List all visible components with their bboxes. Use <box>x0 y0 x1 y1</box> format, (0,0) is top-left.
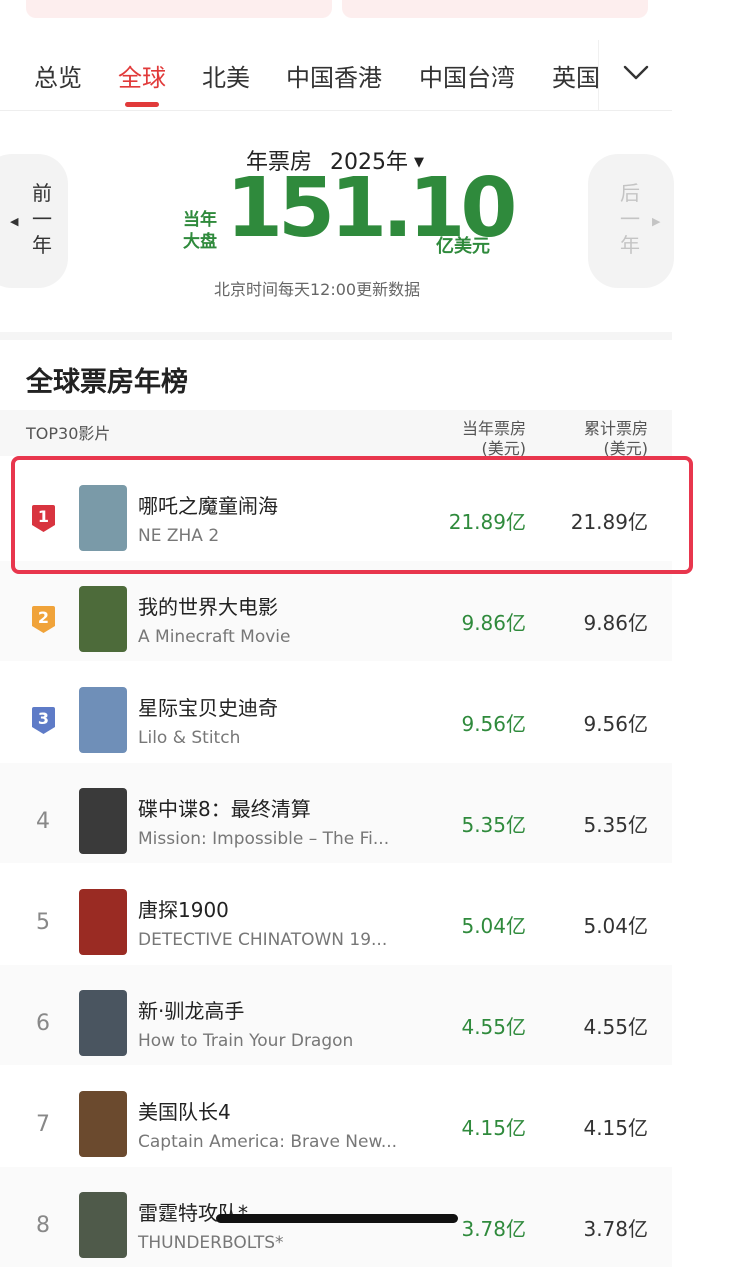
top-cards <box>0 0 736 24</box>
rank-number: 5 <box>36 910 50 935</box>
header-film: TOP30影片 <box>26 424 111 443</box>
prev-year-button[interactable]: ◀ 前一年 <box>0 154 68 288</box>
cumulative-box-office: 21.89亿 <box>570 510 648 534</box>
movie-title-cn[interactable]: 哪吒之魔童闹海 <box>138 490 278 519</box>
tab-global[interactable]: 全球 <box>118 58 166 93</box>
cumulative-box-office: 4.15亿 <box>583 1116 648 1140</box>
movie-title-en[interactable]: How to Train Your Dragon <box>138 1031 353 1051</box>
list-header: TOP30影片 当年票房 (美元) 累计票房 (美元) <box>0 410 672 459</box>
list-title: 全球票房年榜 <box>26 367 188 398</box>
movie-title-en[interactable]: A Minecraft Movie <box>138 627 290 647</box>
header-cum-box-line1: 累计票房 <box>583 419 648 438</box>
year-summary: ◀ 前一年 年票房 2025年 ▼ 当年 大盘 151.10 亿美元 北京时间每天1… <box>0 110 674 332</box>
year-box-office: 5.35亿 <box>461 813 526 837</box>
movie-poster[interactable] <box>79 1192 127 1258</box>
header-year-box-line2: (美元) <box>481 439 527 458</box>
year-total-unit: 亿美元 <box>436 236 490 257</box>
next-year-button[interactable]: 后一年 ▶ <box>588 154 674 288</box>
cumulative-box-office: 9.86亿 <box>583 611 648 635</box>
movie-title-cn[interactable]: 我的世界大电影 <box>138 591 278 620</box>
list-item[interactable]: 4 碟中谍8：最终清算 Mission: Impossible – The Fi..… <box>0 763 672 863</box>
region-tabs: 总览 全球 北美 中国香港 中国台湾 英国 <box>0 40 673 111</box>
movie-title-en[interactable]: DETECTIVE CHINATOWN 19... <box>138 930 387 950</box>
right-triangle-icon: ▶ <box>652 215 661 228</box>
header-cum-box-line2: (美元) <box>603 439 649 458</box>
year-box-office: 4.15亿 <box>461 1116 526 1140</box>
rank-number: 6 <box>36 1011 50 1036</box>
more-tabs-button[interactable] <box>598 40 673 110</box>
header-year-box: 当年票房 (美元) <box>462 419 526 459</box>
rank-badge-icon: 2 <box>31 605 56 634</box>
rank-number: 7 <box>36 1112 50 1137</box>
tab-uk[interactable]: 英国 <box>552 58 600 93</box>
list-item[interactable]: 1 哪吒之魔童闹海 NE ZHA 2 21.89亿 21.89亿 <box>0 460 672 560</box>
tab-hong-kong[interactable]: 中国香港 <box>286 58 382 93</box>
list-item[interactable]: 2 我的世界大电影 A Minecraft Movie 9.86亿 9.86亿 <box>0 561 672 661</box>
chevron-down-icon <box>623 65 649 80</box>
top-card-left[interactable] <box>26 0 332 18</box>
next-year-label: 后一年 <box>620 181 640 257</box>
list-item[interactable]: 6 新·驯龙高手 How to Train Your Dragon 4.55亿 4.55… <box>0 965 672 1065</box>
rank-number: 2 <box>37 608 50 627</box>
top-card-right[interactable] <box>342 0 648 18</box>
movie-poster[interactable] <box>79 990 127 1056</box>
rank-number: 1 <box>37 507 50 526</box>
cumulative-box-office: 5.04亿 <box>583 914 648 938</box>
movie-poster[interactable] <box>79 687 127 753</box>
update-note: 北京时间每天12:00更新数据 <box>214 280 421 299</box>
movie-poster[interactable] <box>79 485 127 551</box>
movie-title-en[interactable]: THUNDERBOLTS* <box>138 1233 284 1253</box>
prev-year-label: 前一年 <box>32 181 52 257</box>
cumulative-box-office: 9.56亿 <box>583 712 648 736</box>
movie-title-cn[interactable]: 唐探1900 <box>138 894 229 923</box>
movie-poster[interactable] <box>79 788 127 854</box>
current-label-line2: 大盘 <box>183 232 217 252</box>
year-box-office: 21.89亿 <box>448 510 526 534</box>
header-year-box-line1: 当年票房 <box>461 419 526 438</box>
rank-badge-icon: 1 <box>31 504 56 533</box>
cumulative-box-office: 5.35亿 <box>583 813 648 837</box>
cumulative-box-office: 4.55亿 <box>583 1015 648 1039</box>
movie-title-en[interactable]: Lilo & Stitch <box>138 728 240 748</box>
rank-badge-icon: 3 <box>31 706 56 735</box>
list-item[interactable]: 7 美国队长4 Captain America: Brave New... 4.15亿… <box>0 1066 672 1166</box>
rank-number: 4 <box>36 809 50 834</box>
movie-title-cn[interactable]: 碟中谍8：最终清算 <box>138 793 311 822</box>
year-box-office: 9.56亿 <box>461 712 526 736</box>
list-item[interactable]: 5 唐探1900 DETECTIVE CHINATOWN 19... 5.04亿 5.0… <box>0 864 672 964</box>
movie-title-en[interactable]: Captain America: Brave New... <box>138 1132 397 1152</box>
section-divider <box>0 332 672 340</box>
tab-taiwan[interactable]: 中国台湾 <box>419 58 515 93</box>
active-tab-underline <box>125 102 159 107</box>
current-total-label: 当年 大盘 <box>178 209 222 253</box>
left-triangle-icon: ◀ <box>10 215 19 228</box>
movie-title-cn[interactable]: 星际宝贝史迪奇 <box>138 692 278 721</box>
movie-title-cn[interactable]: 美国队长4 <box>138 1096 231 1125</box>
year-box-office: 9.86亿 <box>461 611 526 635</box>
year-box-office: 4.55亿 <box>461 1015 526 1039</box>
movie-poster[interactable] <box>79 889 127 955</box>
current-label-line1: 当年 <box>183 210 217 230</box>
list-item[interactable]: 3 星际宝贝史迪奇 Lilo & Stitch 9.56亿 9.56亿 <box>0 662 672 762</box>
movie-title-en[interactable]: Mission: Impossible – The Fi... <box>138 829 389 849</box>
rank-number: 8 <box>36 1213 50 1238</box>
tab-north-america[interactable]: 北美 <box>202 58 250 93</box>
rank-number: 3 <box>37 709 50 728</box>
movie-poster[interactable] <box>79 586 127 652</box>
tab-overview[interactable]: 总览 <box>34 58 82 93</box>
year-box-office: 5.04亿 <box>461 914 526 938</box>
movie-poster[interactable] <box>79 1091 127 1157</box>
movie-title-cn[interactable]: 新·驯龙高手 <box>138 995 244 1024</box>
movie-title-en[interactable]: NE ZHA 2 <box>138 526 219 546</box>
home-indicator[interactable] <box>216 1214 458 1223</box>
header-cum-box: 累计票房 (美元) <box>584 419 648 459</box>
